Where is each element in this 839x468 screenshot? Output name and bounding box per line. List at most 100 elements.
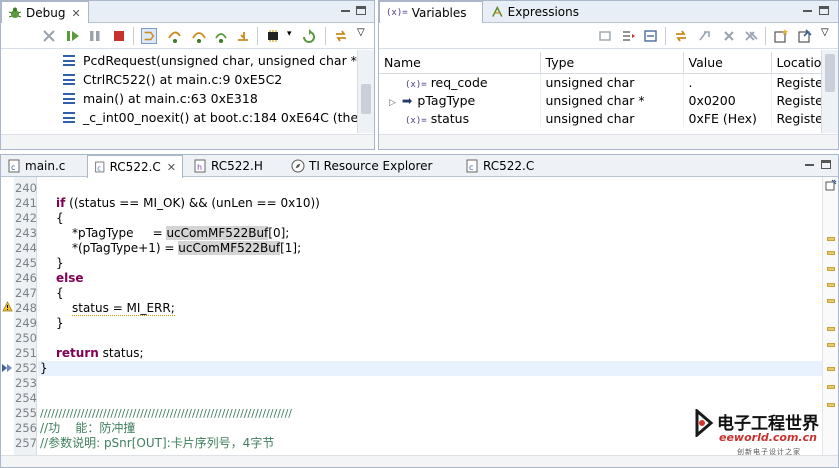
line-number: 255 <box>15 406 37 420</box>
toolbar-separator <box>257 27 258 45</box>
remove-all-icon[interactable] <box>743 28 759 44</box>
code-editor[interactable]: 240 241 242 243 244 245 246 247 248 249 … <box>1 177 838 467</box>
pin-icon[interactable] <box>797 28 813 44</box>
maximize-icon[interactable] <box>821 160 831 169</box>
step-over-icon[interactable] <box>191 28 207 44</box>
overview-mark[interactable] <box>827 385 835 389</box>
variables-vertical-scrollbar[interactable] <box>821 50 838 133</box>
close-icon[interactable]: ✕ <box>167 161 176 174</box>
tab-ti-resource-explorer[interactable]: TI Resource Explorer <box>285 155 457 177</box>
chevron-down-icon[interactable]: ▾ <box>287 29 292 39</box>
collapse-all-icon[interactable] <box>621 28 637 44</box>
drop-to-frame-icon[interactable] <box>235 28 251 44</box>
column-header-value[interactable]: Value <box>683 52 772 74</box>
close-icon[interactable]: ✕ <box>71 7 80 20</box>
pointer-variable-icon: ➡ <box>401 92 413 108</box>
scroll-thumb[interactable] <box>825 54 835 92</box>
expand-icon[interactable]: ▷ <box>389 98 396 108</box>
code-line: { <box>56 286 64 300</box>
overview-ruler[interactable] <box>822 177 838 455</box>
line-number: 249 <box>15 316 37 330</box>
terminate-icon[interactable] <box>111 28 127 44</box>
debug-vertical-scrollbar[interactable] <box>357 50 374 133</box>
overview-mark[interactable] <box>827 299 835 303</box>
scroll-thumb[interactable] <box>361 84 371 114</box>
stack-frame-row[interactable]: PcdRequest(unsigned char, unsigned char … <box>63 51 374 70</box>
minimize-icon[interactable] <box>341 10 350 12</box>
line-number: 253 <box>15 376 37 390</box>
minimize-icon[interactable] <box>805 164 814 166</box>
resume-icon[interactable] <box>65 28 81 44</box>
sync-icon[interactable] <box>333 28 349 44</box>
stack-frame-icon <box>63 112 75 123</box>
overview-mark[interactable] <box>827 403 835 407</box>
overview-mark[interactable] <box>827 267 835 271</box>
overview-mark[interactable] <box>827 237 835 241</box>
code-line: //参数说明: pSnr[OUT]:卡片序列号，4字节 <box>40 436 275 450</box>
expand-collapse-icon[interactable] <box>643 28 659 44</box>
tab-main-c[interactable]: c main.c <box>1 155 85 177</box>
suspend-icon[interactable] <box>87 28 103 44</box>
maximize-icon[interactable] <box>356 6 366 15</box>
tab-rc522-c-2[interactable]: c RC522.C <box>459 155 555 177</box>
stack-frame-row[interactable]: main() at main.c:63 0xE318 <box>63 89 258 108</box>
code-line: status = MI_ERR; <box>72 301 175 316</box>
overview-mark[interactable] <box>827 327 835 331</box>
step-return-icon[interactable] <box>213 28 229 44</box>
tab-rc522-h[interactable]: h RC522.H <box>187 155 283 177</box>
chip-reset-icon[interactable] <box>265 28 281 44</box>
occurrence-highlight: ucComMF522Buf <box>178 241 281 255</box>
line-number: 248 <box>15 301 37 315</box>
tab-debug[interactable]: Debug ✕ <box>1 1 89 24</box>
tab-label: main.c <box>25 159 66 173</box>
view-menu-icon[interactable]: ▽ <box>821 27 829 38</box>
stack-frame-icon <box>63 93 75 104</box>
warning-icon <box>2 301 13 312</box>
expressions-icon <box>492 5 503 17</box>
stack-frame-row[interactable]: _c_int00_noexit() at boot.c:184 0xE64C (… <box>63 108 374 127</box>
tab-expressions-label: Expressions <box>507 5 579 19</box>
tab-variables[interactable]: (x)= Variables <box>379 1 483 24</box>
debug-horizontal-scrollbar[interactable] <box>1 134 374 149</box>
sync-icon[interactable] <box>673 28 689 44</box>
tab-debug-label: Debug <box>26 6 66 20</box>
h-file-icon: h <box>194 159 206 173</box>
code-line: return status; <box>56 346 144 360</box>
code-line: if ((status == MI_OK) && (unLen == 0x10)… <box>56 196 320 210</box>
variables-toolbar: ▽ <box>379 23 838 49</box>
eeworld-logo <box>695 409 714 437</box>
remove-launch-icon[interactable] <box>41 28 57 44</box>
remove-icon[interactable] <box>721 28 737 44</box>
step-into-icon[interactable] <box>167 28 183 44</box>
new-view-icon[interactable] <box>773 28 789 44</box>
editor-area: c main.c c RC522.C ✕ h RC522.H TI Resour… <box>0 154 839 468</box>
show-type-names-icon[interactable] <box>597 28 613 44</box>
annotation-ruler <box>1 177 14 455</box>
watermark-slogan: 创新电子设计之家 <box>737 448 801 456</box>
maximize-icon[interactable] <box>819 6 829 15</box>
table-row[interactable]: (x)= req_code unsigned char . Registe <box>379 73 824 91</box>
line-number: 247 <box>15 286 37 300</box>
c-file-icon: c <box>8 159 20 173</box>
overview-mark[interactable] <box>827 343 835 347</box>
overview-mark[interactable] <box>827 283 835 287</box>
tab-expressions[interactable]: Expressions <box>485 1 585 23</box>
column-header-type[interactable]: Type <box>540 52 684 74</box>
toolbar-separator <box>665 27 666 45</box>
info-icon <box>825 179 837 191</box>
instruction-stepping-icon[interactable] <box>141 28 157 44</box>
variables-horizontal-scrollbar[interactable] <box>379 134 838 149</box>
overview-mark[interactable] <box>827 367 835 371</box>
table-row[interactable]: (x)= status unsigned char 0xFE (Hex) Regi… <box>379 109 824 127</box>
minimize-icon[interactable] <box>803 10 812 12</box>
stack-frame-row[interactable]: CtrlRC522() at main.c:9 0xE5C2 <box>63 70 282 89</box>
create-watch-icon[interactable] <box>697 28 713 44</box>
overview-mark[interactable] <box>827 251 835 255</box>
column-header-location[interactable]: Locatio <box>771 52 824 74</box>
svg-text:h: h <box>197 163 202 172</box>
table-row[interactable]: ▷ ➡ pTagType unsigned char * 0x0200 Regist… <box>379 91 824 109</box>
restart-icon[interactable] <box>301 28 317 44</box>
tab-rc522-c[interactable]: c RC522.C ✕ <box>87 155 183 178</box>
view-menu-icon[interactable]: ▽ <box>357 27 365 38</box>
column-header-name[interactable]: Name <box>379 52 541 74</box>
